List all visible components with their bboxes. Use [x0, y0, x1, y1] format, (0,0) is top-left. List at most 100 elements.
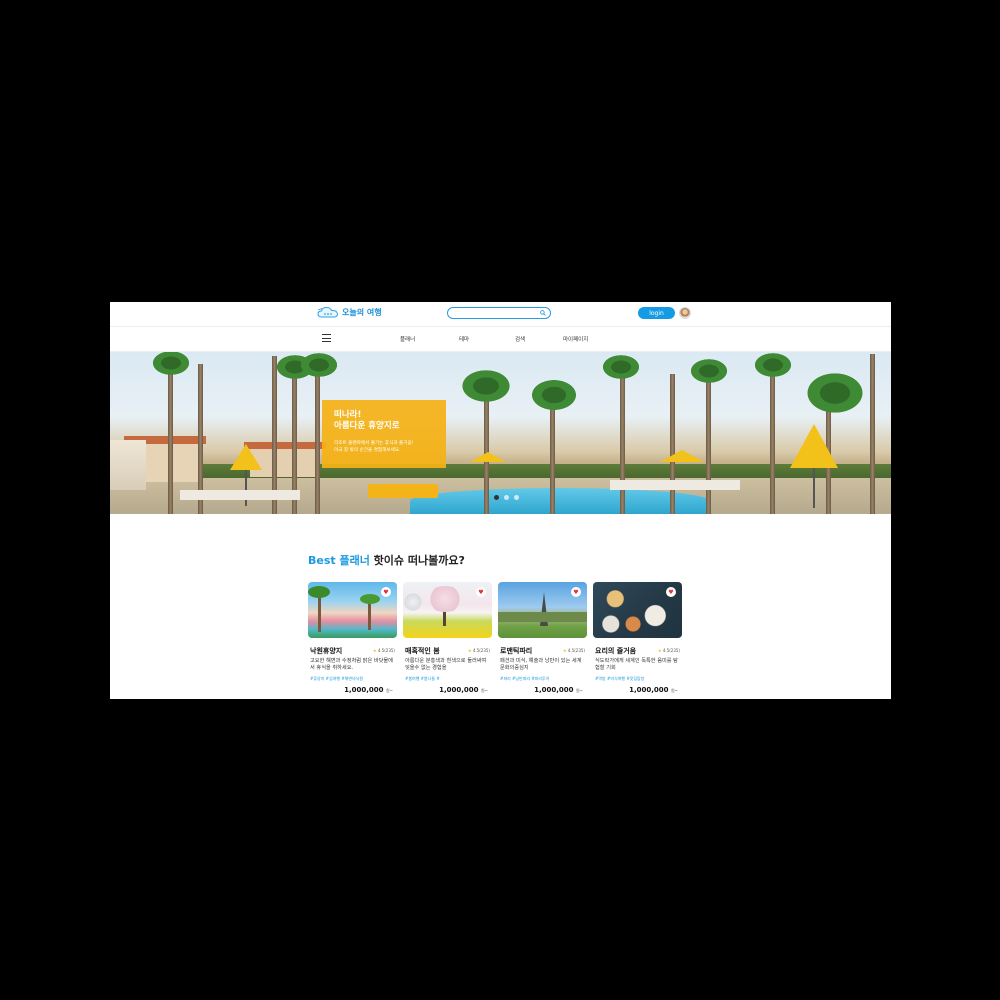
pool: [410, 488, 710, 514]
star-icon: ★: [658, 648, 662, 653]
card-price-value: 1,000,000: [534, 686, 574, 694]
card-rating: ★ 4.5(235): [658, 648, 680, 653]
logo[interactable]: 오늘의 여행: [317, 306, 382, 319]
hero-title-line2: 아름다운 휴양지로: [334, 421, 400, 431]
palm-frond: [800, 368, 870, 418]
card-price: 1,000,000 원~: [629, 686, 678, 694]
card-image-food-table: ♥: [593, 582, 682, 638]
card-description: 고요한 해변과 수정처럼 맑은 바닷물에서 휴식을 취하세요.: [310, 658, 393, 671]
palm-tree: [315, 359, 320, 514]
card-rating: ★ 4.5(235): [468, 648, 490, 653]
card-image-beach-resort: ♥: [308, 582, 397, 638]
card-rating-value: 4.5(235): [377, 648, 395, 653]
palm-frond: [750, 352, 796, 380]
star-icon: ★: [373, 648, 377, 653]
card-tags[interactable]: #파리 #낭만파리 #파리투어: [500, 676, 549, 682]
hero-text-box: 떠나라! 아름다운 휴양지로 리조트 플랜따에서 즐기는 휴식과 즐거움! 이국…: [322, 400, 446, 468]
section-title-text: 핫이슈 떠나볼까요?: [369, 554, 465, 567]
card-tags[interactable]: #먹방 #미식여행 #맛집탐방: [595, 676, 644, 682]
card-price: 1,000,000 원~: [534, 686, 583, 694]
card-price-unit: 원~: [480, 688, 488, 693]
card-price: 1,000,000 원~: [439, 686, 488, 694]
palm-tree: [870, 354, 875, 514]
card-image-spring-blossom: ♥: [403, 582, 492, 638]
lounge-chairs: [610, 480, 740, 490]
palm-frond: [686, 356, 732, 386]
nav-item-mypage[interactable]: 마이페이지: [563, 335, 588, 343]
card-rating-value: 4.5(235): [567, 648, 585, 653]
heart-icon[interactable]: ♥: [476, 587, 486, 597]
hero-desc-line1: 리조트 플랜따에서 즐기는 휴식과 즐거움!: [334, 441, 414, 446]
hero-banner[interactable]: 떠나라! 아름다운 휴양지로 리조트 플랜따에서 즐기는 휴식과 즐거움! 이국…: [110, 352, 891, 514]
avatar[interactable]: [679, 307, 691, 319]
planner-card[interactable]: ♥ 요리의 즐거움 ★ 4.5(235) 식도락가에게 세계인 독특한 음미를 …: [593, 582, 682, 699]
palm-tree: [550, 404, 555, 514]
card-price-value: 1,000,000: [344, 686, 384, 694]
page: 오늘의 여행 login 플래너 테마 검색 마이페이지 떠나라! 아름다운 휴…: [110, 302, 891, 699]
nav-item-theme[interactable]: 테마: [459, 335, 469, 343]
section-title: Best 플래너 핫이슈 떠나볼까요?: [308, 552, 465, 568]
palm-tree: [168, 354, 173, 514]
nav-item-planner[interactable]: 플래너: [400, 335, 415, 343]
heart-icon[interactable]: ♥: [666, 587, 676, 597]
umbrella: [660, 450, 704, 462]
carousel-dots: [494, 495, 519, 500]
star-icon: ★: [563, 648, 567, 653]
card-description: 아름다운 분홍색과 흰색으로 둘러싸여 잊을수 없는 경험을: [405, 658, 487, 671]
palm-frond: [456, 366, 516, 406]
card-tags[interactable]: #휴양지 #섬여행 #해변의낙원: [310, 676, 363, 682]
planner-card[interactable]: ♥ 낙원휴양지 ★ 4.5(235) 고요한 해변과 수정처럼 맑은 바닷물에서…: [308, 582, 397, 699]
planner-card[interactable]: ♥ 로맨틱파리 ★ 4.5(235) 패션과 미식, 예술과 낭만이 있는 세계…: [498, 582, 587, 699]
palm-frond: [598, 352, 644, 382]
card-title: 낙원휴양지: [310, 647, 343, 655]
hero-description: 리조트 플랜따에서 즐기는 휴식과 즐거움! 이국 창 밖의 순간을 경험해보세…: [334, 440, 414, 454]
nav-item-search[interactable]: 검색: [515, 335, 525, 343]
card-price-value: 1,000,000: [439, 686, 479, 694]
card-title: 요리의 즐거움: [595, 647, 637, 655]
search-input[interactable]: [454, 309, 534, 317]
umbrella-pole: [245, 470, 247, 506]
heart-icon[interactable]: ♥: [381, 587, 391, 597]
card-price-value: 1,000,000: [629, 686, 669, 694]
card-title: 매혹적인 봄: [405, 647, 440, 655]
card-price: 1,000,000 원~: [344, 686, 393, 694]
carousel-dot[interactable]: [504, 495, 509, 500]
palm-tree: [706, 364, 711, 514]
cloud-logo-icon: [317, 306, 339, 318]
hamburger-menu-icon[interactable]: [322, 334, 331, 342]
hero-title-line1: 떠나라!: [334, 410, 362, 420]
heart-icon[interactable]: ♥: [571, 587, 581, 597]
carousel-dot[interactable]: [494, 495, 499, 500]
card-price-unit: 원~: [575, 688, 583, 693]
card-tags[interactable]: #봄여행 #봄나들 #: [405, 676, 440, 682]
cabana: [110, 440, 146, 490]
card-description: 식도락가에게 세계인 독특한 음미를 탐험할 기회: [595, 658, 678, 671]
umbrella: [230, 444, 262, 470]
login-button[interactable]: login: [638, 307, 675, 319]
planner-card[interactable]: ♥ 매혹적인 봄 ★ 4.5(235) 아름다운 분홍색과 흰색으로 둘러싸여 …: [403, 582, 492, 699]
umbrella: [790, 424, 838, 468]
nav-bar: 플래너 테마 검색 마이페이지: [110, 327, 891, 352]
palm-frond: [148, 352, 194, 378]
palm-tree: [670, 374, 675, 514]
card-price-unit: 원~: [385, 688, 393, 693]
search-box: [447, 307, 551, 319]
hero-desc-line2: 이국 창 밖의 순간을 경험해보세요.: [334, 448, 401, 453]
umbrella: [470, 452, 506, 462]
palm-frond: [526, 376, 582, 414]
hero-title: 떠나라! 아름다운 휴양지로: [334, 410, 400, 432]
search-button[interactable]: [538, 308, 547, 318]
star-icon: ★: [468, 648, 472, 653]
card-rating: ★ 4.5(235): [373, 648, 395, 653]
card-rating-value: 4.5(235): [662, 648, 680, 653]
section-title-highlight: Best 플래너: [308, 554, 370, 567]
card-price-unit: 원~: [670, 688, 678, 693]
card-description: 패션과 미식, 예술과 낭만이 있는 세계 문화의중심지: [500, 658, 582, 671]
umbrella-pole: [813, 468, 815, 508]
carousel-dot[interactable]: [514, 495, 519, 500]
lounge-chairs: [180, 490, 300, 500]
search-icon: [539, 310, 546, 316]
logo-text: 오늘의 여행: [342, 308, 382, 317]
lounge-chairs: [368, 484, 438, 498]
card-title: 로맨틱파리: [500, 647, 533, 655]
